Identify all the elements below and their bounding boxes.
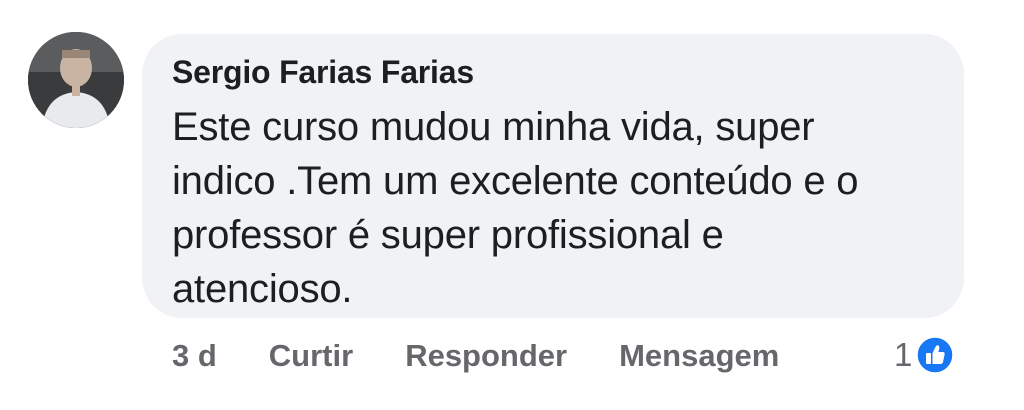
comment-timestamp[interactable]: 3 d xyxy=(172,338,217,374)
reaction-count: 1 xyxy=(894,336,913,373)
comment-actions: 3 d Curtir Responder Mensagem xyxy=(172,334,779,378)
message-button[interactable]: Mensagem xyxy=(619,338,779,374)
comment-author[interactable]: Sergio Farias Farias xyxy=(172,52,934,92)
comment-bubble: Sergio Farias Farias Este curso mudou mi… xyxy=(142,34,964,318)
comment-text: Este curso mudou minha vida, super indic… xyxy=(172,105,859,311)
avatar-image xyxy=(28,32,124,128)
like-button[interactable]: Curtir xyxy=(269,338,353,374)
avatar[interactable] xyxy=(28,32,124,128)
reaction-summary[interactable]: 1 xyxy=(894,332,955,378)
reply-button[interactable]: Responder xyxy=(405,338,567,374)
like-icon xyxy=(916,336,955,374)
